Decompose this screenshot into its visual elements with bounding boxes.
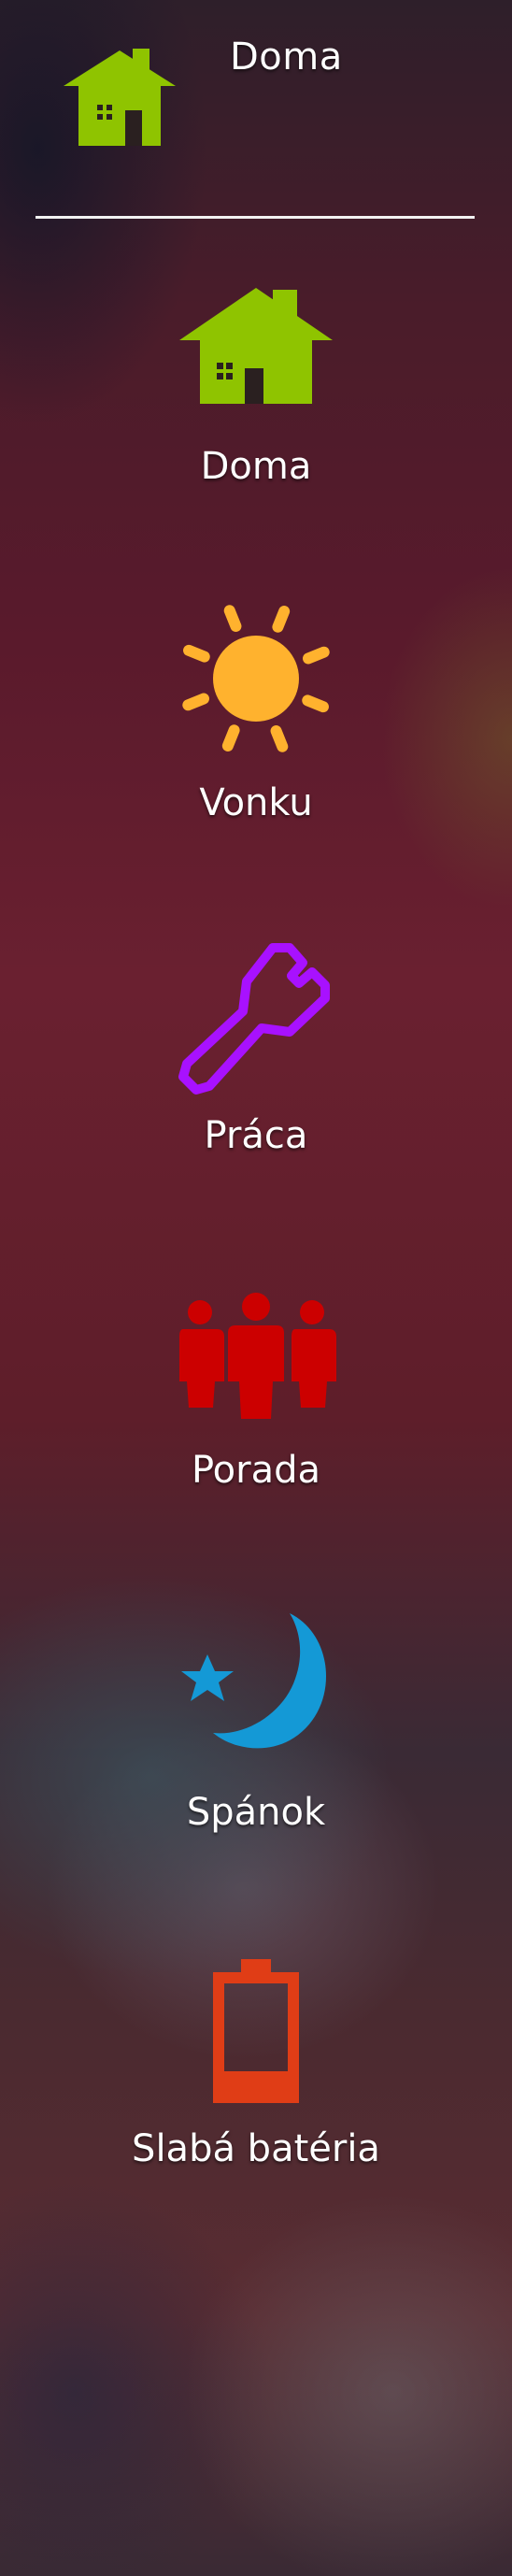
mode-label: Porada: [191, 1449, 321, 1492]
battery-low-icon: [213, 1959, 299, 2103]
mode-label: Doma: [200, 445, 312, 488]
moon-star-icon: [181, 1613, 327, 1749]
header-title: Doma: [230, 36, 343, 79]
mode-item-doma[interactable]: Doma: [0, 280, 512, 561]
mode-label: Spánok: [186, 1791, 326, 1834]
mode-label: Práca: [204, 1114, 308, 1157]
mode-label: Slabá batéria: [132, 2127, 380, 2170]
header-divider: [36, 216, 475, 219]
mode-item-porada[interactable]: Porada: [0, 1281, 512, 1561]
sun-icon: [182, 605, 330, 752]
house-icon: [179, 288, 333, 404]
mode-item-slaba-bateria[interactable]: Slabá batéria: [0, 1953, 512, 2234]
wrench-icon: [178, 943, 330, 1095]
people-icon: [179, 1293, 336, 1419]
header: Doma: [0, 0, 512, 217]
house-icon: [64, 49, 176, 146]
mode-item-praca[interactable]: Práca: [0, 935, 512, 1215]
mode-item-spanok[interactable]: Spánok: [0, 1608, 512, 1888]
mode-item-vonku[interactable]: Vonku: [0, 598, 512, 879]
mode-label: Vonku: [199, 781, 313, 824]
